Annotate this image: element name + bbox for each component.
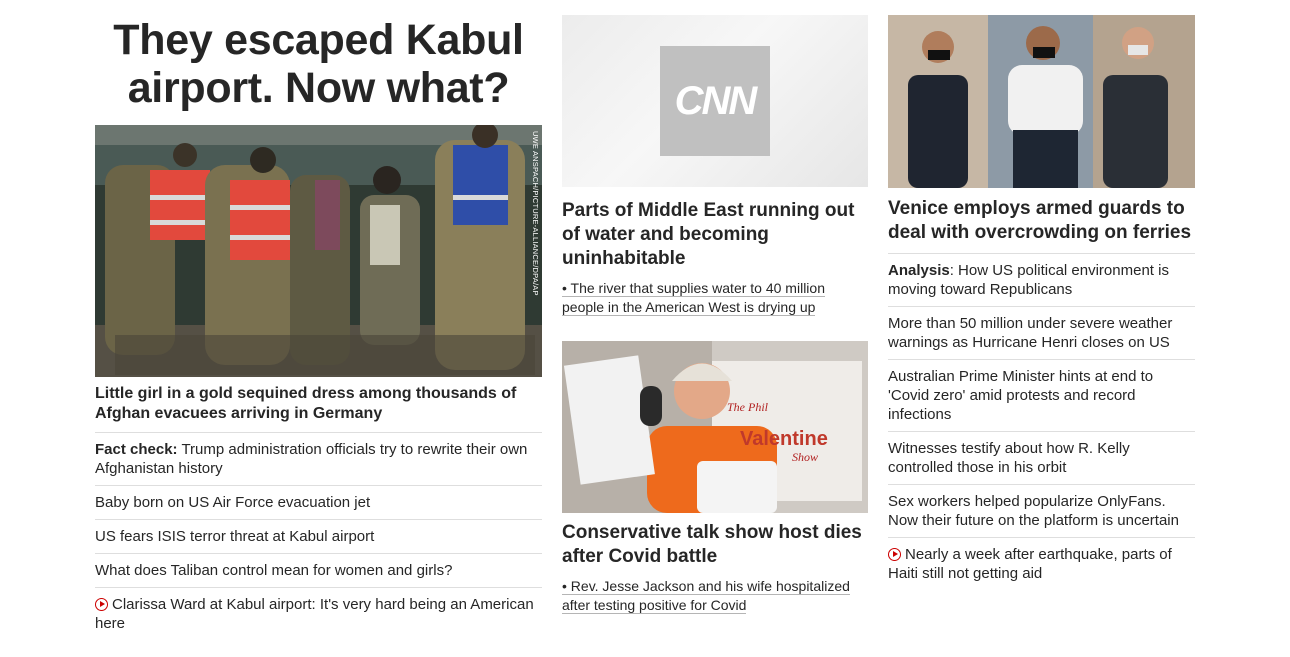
analysis-label: Analysis [888, 262, 950, 279]
list-item-text: More than 50 million under severe weathe… [888, 315, 1173, 351]
list-item-text: Witnesses testify about how R. Kelly con… [888, 440, 1130, 476]
guards-photo [888, 15, 1195, 188]
related-link-river[interactable]: • The river that supplies water to 40 mi… [562, 280, 825, 316]
story-title-talk-show[interactable]: Conservative talk show host dies after C… [562, 521, 868, 569]
svg-text:Valentine: Valentine [740, 428, 828, 450]
story-title-venice[interactable]: Venice employs armed guards to deal with… [888, 197, 1195, 245]
banner-text: The Phil [727, 400, 769, 414]
list-item[interactable]: Clarissa Ward at Kabul airport: It's ver… [95, 587, 542, 640]
venice-guards-image[interactable] [888, 15, 1195, 188]
svg-text:Show: Show [792, 450, 818, 464]
list-item[interactable]: More than 50 million under severe weathe… [888, 306, 1195, 359]
list-item[interactable]: What does Taliban control mean for women… [95, 553, 542, 587]
talk-show-photo: The Phil Valentine Show [562, 341, 868, 513]
list-item-text: Australian Prime Minister hints at end t… [888, 368, 1154, 423]
section-headline[interactable]: They escaped Kabul airport. Now what? [95, 16, 542, 112]
left-column: They escaped Kabul airport. Now what? UW… [95, 0, 542, 640]
play-video-icon [95, 598, 108, 611]
cnn-logo-text: CNN [674, 78, 758, 123]
list-item[interactable]: Australian Prime Minister hints at end t… [888, 359, 1195, 431]
middle-column: CNN Parts of Middle East running out of … [562, 0, 868, 615]
list-item-text: Clarissa Ward at Kabul airport: It's ver… [95, 596, 534, 632]
list-item[interactable]: Sex workers helped popularize OnlyFans. … [888, 484, 1195, 537]
photo-credit: UWE ANSPACH/PICTURE-ALLIANCE/DPA/AP [531, 131, 540, 296]
cnn-placeholder-image[interactable]: CNN [562, 15, 868, 187]
play-video-icon [888, 548, 901, 561]
list-item-text: Nearly a week after earthquake, parts of… [888, 546, 1172, 582]
list-item[interactable]: Nearly a week after earthquake, parts of… [888, 537, 1195, 590]
list-item[interactable]: Baby born on US Air Force evacuation jet [95, 485, 542, 519]
evacuees-photo [95, 125, 542, 377]
right-column: Venice employs armed guards to deal with… [888, 0, 1195, 590]
lead-story-link[interactable]: Little girl in a gold sequined dress amo… [95, 384, 542, 424]
list-item[interactable]: Analysis: How US political environment i… [888, 253, 1195, 306]
fact-check-label: Fact check: [95, 441, 178, 458]
list-item[interactable]: Witnesses testify about how R. Kelly con… [888, 431, 1195, 484]
story-title-water[interactable]: Parts of Middle East running out of wate… [562, 199, 868, 271]
list-item-text: What does Taliban control mean for women… [95, 562, 453, 579]
cnn-logo: CNN [660, 46, 770, 156]
list-item[interactable]: US fears ISIS terror threat at Kabul air… [95, 519, 542, 553]
list-item-text: Baby born on US Air Force evacuation jet [95, 494, 371, 511]
hero-image[interactable]: UWE ANSPACH/PICTURE-ALLIANCE/DPA/AP [95, 125, 542, 377]
related-link-jackson[interactable]: • Rev. Jesse Jackson and his wife hospit… [562, 578, 850, 614]
list-item[interactable]: Fact check: Trump administration officia… [95, 432, 542, 485]
headline-link[interactable]: They escaped Kabul airport. Now what? [113, 16, 524, 112]
list-item-text: Sex workers helped popularize OnlyFans. … [888, 493, 1179, 529]
talk-show-image[interactable]: The Phil Valentine Show [562, 341, 868, 513]
list-item-text: US fears ISIS terror threat at Kabul air… [95, 528, 375, 545]
